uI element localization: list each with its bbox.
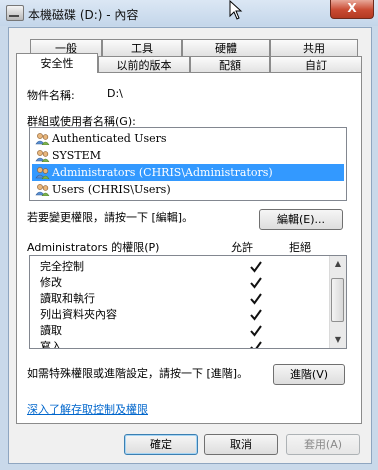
deny-header: 拒絕	[289, 241, 311, 254]
tab-quota[interactable]: 配額	[190, 56, 270, 73]
allow-header: 允許	[231, 241, 253, 254]
advanced-hint: 如需特殊權限或進階設定，請按一下 [進階]。	[27, 367, 249, 380]
allow-check-icon	[250, 325, 262, 337]
allow-check-icon	[250, 261, 262, 273]
edit-button[interactable]: 編輯(E)...	[259, 209, 343, 230]
permissions-label: Administrators 的權限(P)	[27, 241, 160, 254]
permission-row: 寫入	[40, 339, 330, 349]
users-group-icon	[35, 150, 50, 162]
allow-check-icon	[250, 341, 262, 348]
tab-sharing[interactable]: 共用	[270, 39, 358, 56]
permission-name: 寫入	[40, 340, 62, 349]
permission-row: 讀取	[40, 323, 330, 339]
tab-security[interactable]: 安全性	[16, 53, 98, 73]
tab-customize[interactable]: 自訂	[270, 56, 362, 73]
scroll-thumb[interactable]	[331, 278, 344, 322]
permission-row: 讀取和執行	[40, 291, 330, 307]
group-list-item[interactable]: Authenticated Users	[32, 130, 344, 147]
apply-button[interactable]: 套用(A)	[286, 434, 360, 455]
permission-row: 列出資料夾內容	[40, 307, 330, 323]
groups-list[interactable]: Authenticated Users SYSTEM Administrators …	[29, 127, 347, 201]
permission-row: 完全控制	[40, 259, 330, 275]
edit-hint: 若要變更權限，請按一下 [編輯]。	[27, 211, 194, 224]
group-list-item[interactable]: SYSTEM	[32, 147, 344, 164]
users-group-icon	[35, 133, 50, 145]
mouse-cursor-icon	[229, 0, 243, 20]
close-button[interactable]: X	[330, 0, 374, 19]
permissions-scrollbar[interactable]: ▲ ▼	[329, 256, 346, 348]
window-title: 本機磁碟 (D:) - 內容	[28, 8, 139, 22]
permission-name: 讀取和執行	[40, 292, 95, 305]
tab-previous-versions[interactable]: 以前的版本	[98, 56, 190, 73]
users-group-icon	[35, 184, 50, 196]
scroll-up-icon[interactable]: ▲	[330, 256, 346, 272]
permission-row: 修改	[40, 275, 330, 291]
permission-name: 完全控制	[40, 260, 84, 273]
allow-check-icon	[250, 309, 262, 321]
group-list-item[interactable]: Administrators (CHRIS\Administrators)	[32, 164, 344, 181]
allow-check-icon	[250, 293, 262, 305]
permission-name: 讀取	[40, 324, 62, 337]
tab-tools[interactable]: 工具	[102, 39, 182, 56]
group-list-item[interactable]: Users (CHRIS\Users)	[32, 181, 344, 198]
group-name: Users (CHRIS\Users)	[52, 183, 171, 196]
users-group-icon	[35, 167, 50, 179]
title-bar[interactable]: 本機磁碟 (D:) - 內容 X	[0, 0, 378, 26]
advanced-button[interactable]: 進階(V)	[273, 364, 345, 385]
security-panel: 物件名稱: D:\ 群組或使用者名稱(G): Authenticated Use…	[16, 72, 362, 424]
allow-check-icon	[250, 277, 262, 289]
object-name-value: D:\	[107, 87, 123, 100]
scroll-down-icon[interactable]: ▼	[330, 332, 346, 348]
permission-name: 修改	[40, 276, 62, 289]
tab-hardware[interactable]: 硬體	[182, 39, 270, 56]
learn-more-link[interactable]: 深入了解存取控制及權限	[27, 401, 148, 417]
group-name: Administrators (CHRIS\Administrators)	[52, 166, 273, 179]
cancel-button[interactable]: 取消	[204, 434, 278, 455]
group-name: SYSTEM	[52, 149, 101, 162]
group-name: Authenticated Users	[52, 132, 167, 145]
ok-button[interactable]: 確定	[124, 434, 198, 455]
drive-icon	[6, 5, 24, 21]
permission-name: 列出資料夾內容	[40, 308, 117, 321]
object-name-label: 物件名稱:	[27, 89, 75, 102]
permissions-list[interactable]: 完全控制修改讀取和執行列出資料夾內容 讀取寫入 ▲ ▼	[29, 255, 347, 349]
